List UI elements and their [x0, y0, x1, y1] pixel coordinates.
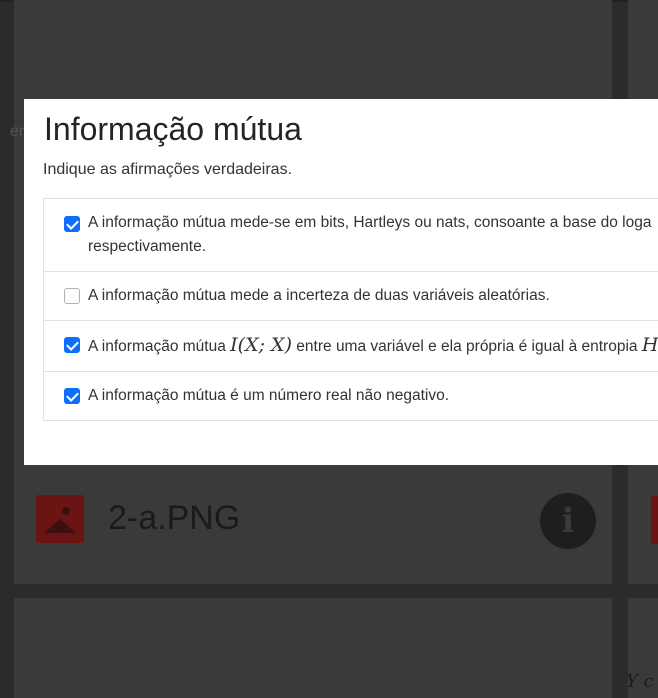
modal-title: Informação mútua: [44, 111, 302, 147]
checkbox-option-2[interactable]: [64, 288, 80, 304]
image-icon-fragment: [651, 496, 658, 544]
option-item[interactable]: A informação mútua mede a incerteza de d…: [44, 272, 658, 321]
options-list: A informação mútua mede-se em bits, Hart…: [43, 198, 658, 421]
background-text-fragment: er: [10, 123, 25, 140]
math-expression: I(X; X): [230, 334, 292, 356]
modal-dialog: Informação mútua Indique as afirmações v…: [24, 99, 658, 465]
option-item[interactable]: A informação mútua mede-se em bits, Hart…: [44, 199, 658, 272]
checkbox-option-4[interactable]: [64, 388, 80, 404]
option-label-continued: respectivamente.: [88, 238, 207, 255]
file-row: 2-a.PNG i: [36, 493, 596, 549]
modal-subtitle: Indique as afirmações verdadeiras.: [43, 161, 293, 178]
math-expression: H: [641, 334, 658, 356]
option-label: A informação mútua é um número real não …: [88, 387, 450, 404]
checkbox-option-3[interactable]: [64, 337, 80, 353]
checkbox-option-1[interactable]: [64, 216, 80, 232]
option-item[interactable]: A informação mútua I(X; X) entre uma var…: [44, 321, 658, 372]
option-label: A informação mútua I(X; X) entre uma var…: [88, 334, 658, 356]
image-icon[interactable]: [36, 495, 84, 543]
option-item[interactable]: A informação mútua é um número real não …: [44, 372, 658, 420]
option-label: A informação mútua mede a incerteza de d…: [88, 287, 550, 304]
option-label: A informação mútua mede-se em bits, Hart…: [88, 214, 652, 231]
background-card-bottom: [14, 598, 612, 698]
file-name[interactable]: 2-a.PNG: [108, 499, 240, 538]
info-icon[interactable]: i: [540, 493, 596, 549]
